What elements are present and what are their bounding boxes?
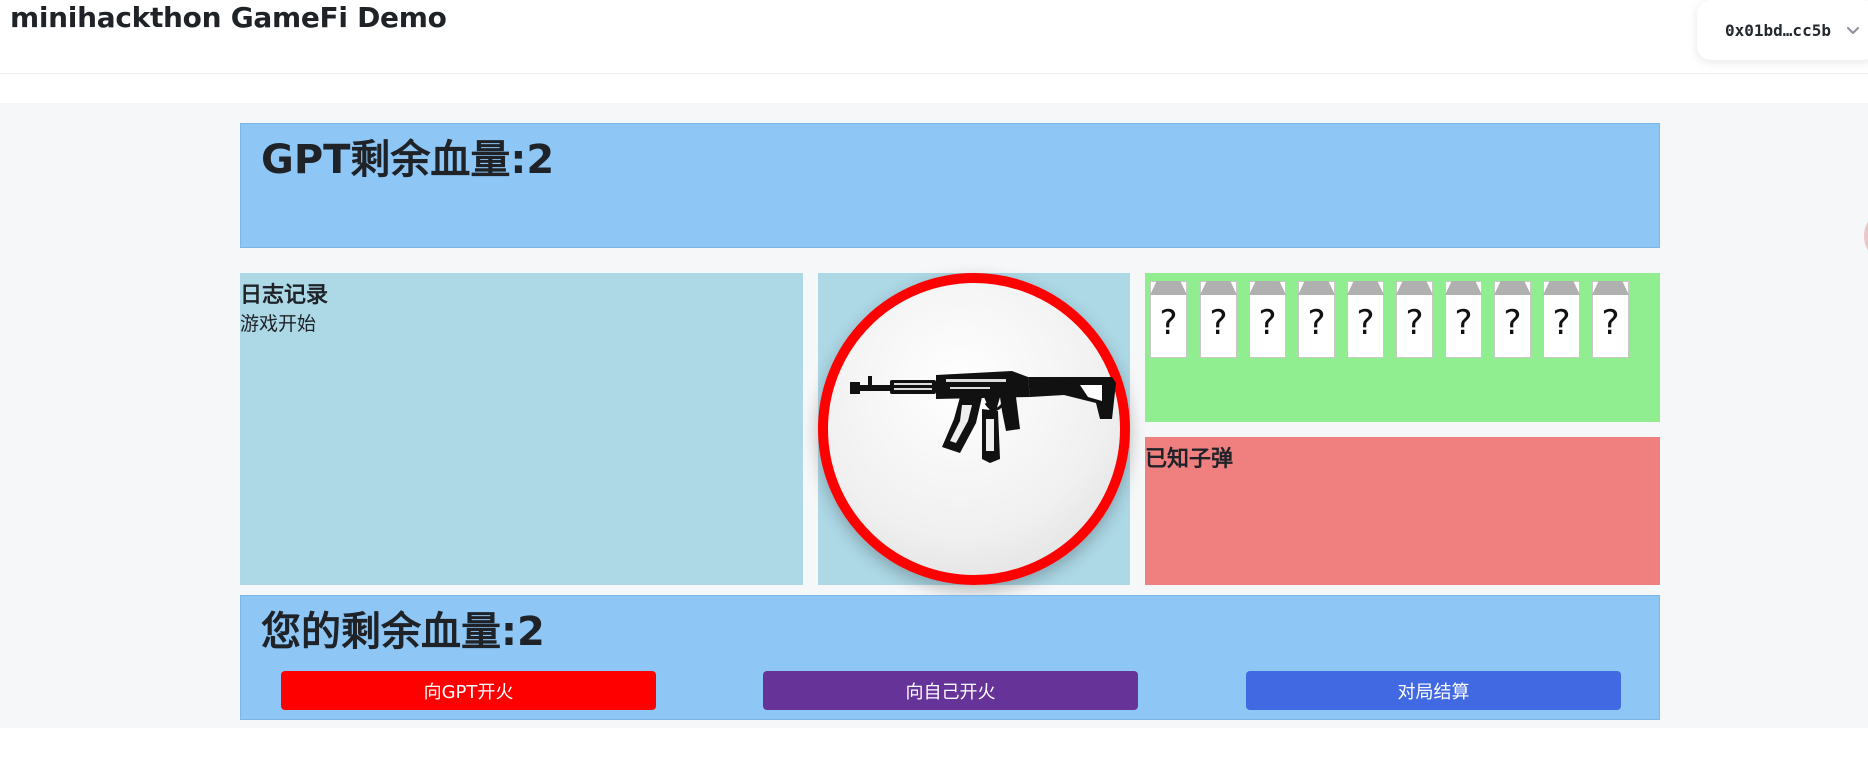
bullet-cap <box>1249 281 1286 295</box>
bullet-card: ? <box>1249 281 1286 358</box>
app-header: minihackthon GameFi Demo 0x01bd…cc5b <box>0 0 1868 74</box>
bullet-card: ? <box>1592 281 1629 358</box>
bullet-card: ? <box>1494 281 1531 358</box>
bullets-panel: ? ? ? ? ? ? ? ? ? ? <box>1145 273 1660 422</box>
bullet-card: ? <box>1396 281 1433 358</box>
bullet-cap <box>1592 281 1629 295</box>
known-bullets-panel: 已知子弹 <box>1145 437 1660 585</box>
fire-at-self-button[interactable]: 向自己开火 <box>763 671 1138 710</box>
settle-game-button[interactable]: 对局结算 <box>1246 671 1621 710</box>
gpt-hp-panel: GPT剩余血量:2 <box>240 123 1660 248</box>
bullet-cap <box>1445 281 1482 295</box>
bullet-unknown-mark: ? <box>1552 303 1571 343</box>
bullet-cap <box>1200 281 1237 295</box>
chevron-down-icon <box>1846 27 1859 34</box>
bullet-card: ? <box>1200 281 1237 358</box>
bullet-cap <box>1150 281 1187 295</box>
log-title: 日志记录 <box>240 283 329 308</box>
bullet-unknown-mark: ? <box>1601 303 1620 343</box>
log-panel: 日志记录 游戏开始 <box>240 273 803 585</box>
bullet-card: ? <box>1347 281 1384 358</box>
bullet-cap <box>1298 281 1335 295</box>
bullet-card: ? <box>1298 281 1335 358</box>
gpt-hp-label: GPT剩余血量:2 <box>261 137 555 183</box>
wallet-account-button[interactable]: 0x01bd…cc5b <box>1697 0 1868 60</box>
rifle-icon <box>850 371 1116 463</box>
bullet-cap <box>1347 281 1384 295</box>
player-hp-panel: 您的剩余血量:2 向GPT开火 向自己开火 对局结算 <box>240 595 1660 720</box>
bullet-unknown-mark: ? <box>1209 303 1228 343</box>
wallet-address: 0x01bd…cc5b <box>1725 20 1831 40</box>
bullet-cap <box>1396 281 1433 295</box>
player-hp-label: 您的剩余血量:2 <box>261 609 545 655</box>
bullet-unknown-mark: ? <box>1356 303 1375 343</box>
bullet-cap <box>1543 281 1580 295</box>
gun-panel <box>818 273 1130 585</box>
app-title: minihackthon GameFi Demo <box>10 1 447 34</box>
bullet-unknown-mark: ? <box>1159 303 1178 343</box>
bullet-card: ? <box>1445 281 1482 358</box>
bullet-unknown-mark: ? <box>1307 303 1326 343</box>
bullet-card: ? <box>1543 281 1580 358</box>
gun-button[interactable] <box>818 273 1130 585</box>
bullet-card: ? <box>1150 281 1187 358</box>
known-bullets-title: 已知子弹 <box>1145 447 1234 472</box>
bullet-unknown-mark: ? <box>1503 303 1522 343</box>
bullet-unknown-mark: ? <box>1405 303 1424 343</box>
bullet-unknown-mark: ? <box>1258 303 1277 343</box>
fire-at-gpt-button[interactable]: 向GPT开火 <box>281 671 656 710</box>
log-entry: 游戏开始 <box>240 313 317 335</box>
bullet-cap <box>1494 281 1531 295</box>
bullet-unknown-mark: ? <box>1454 303 1473 343</box>
